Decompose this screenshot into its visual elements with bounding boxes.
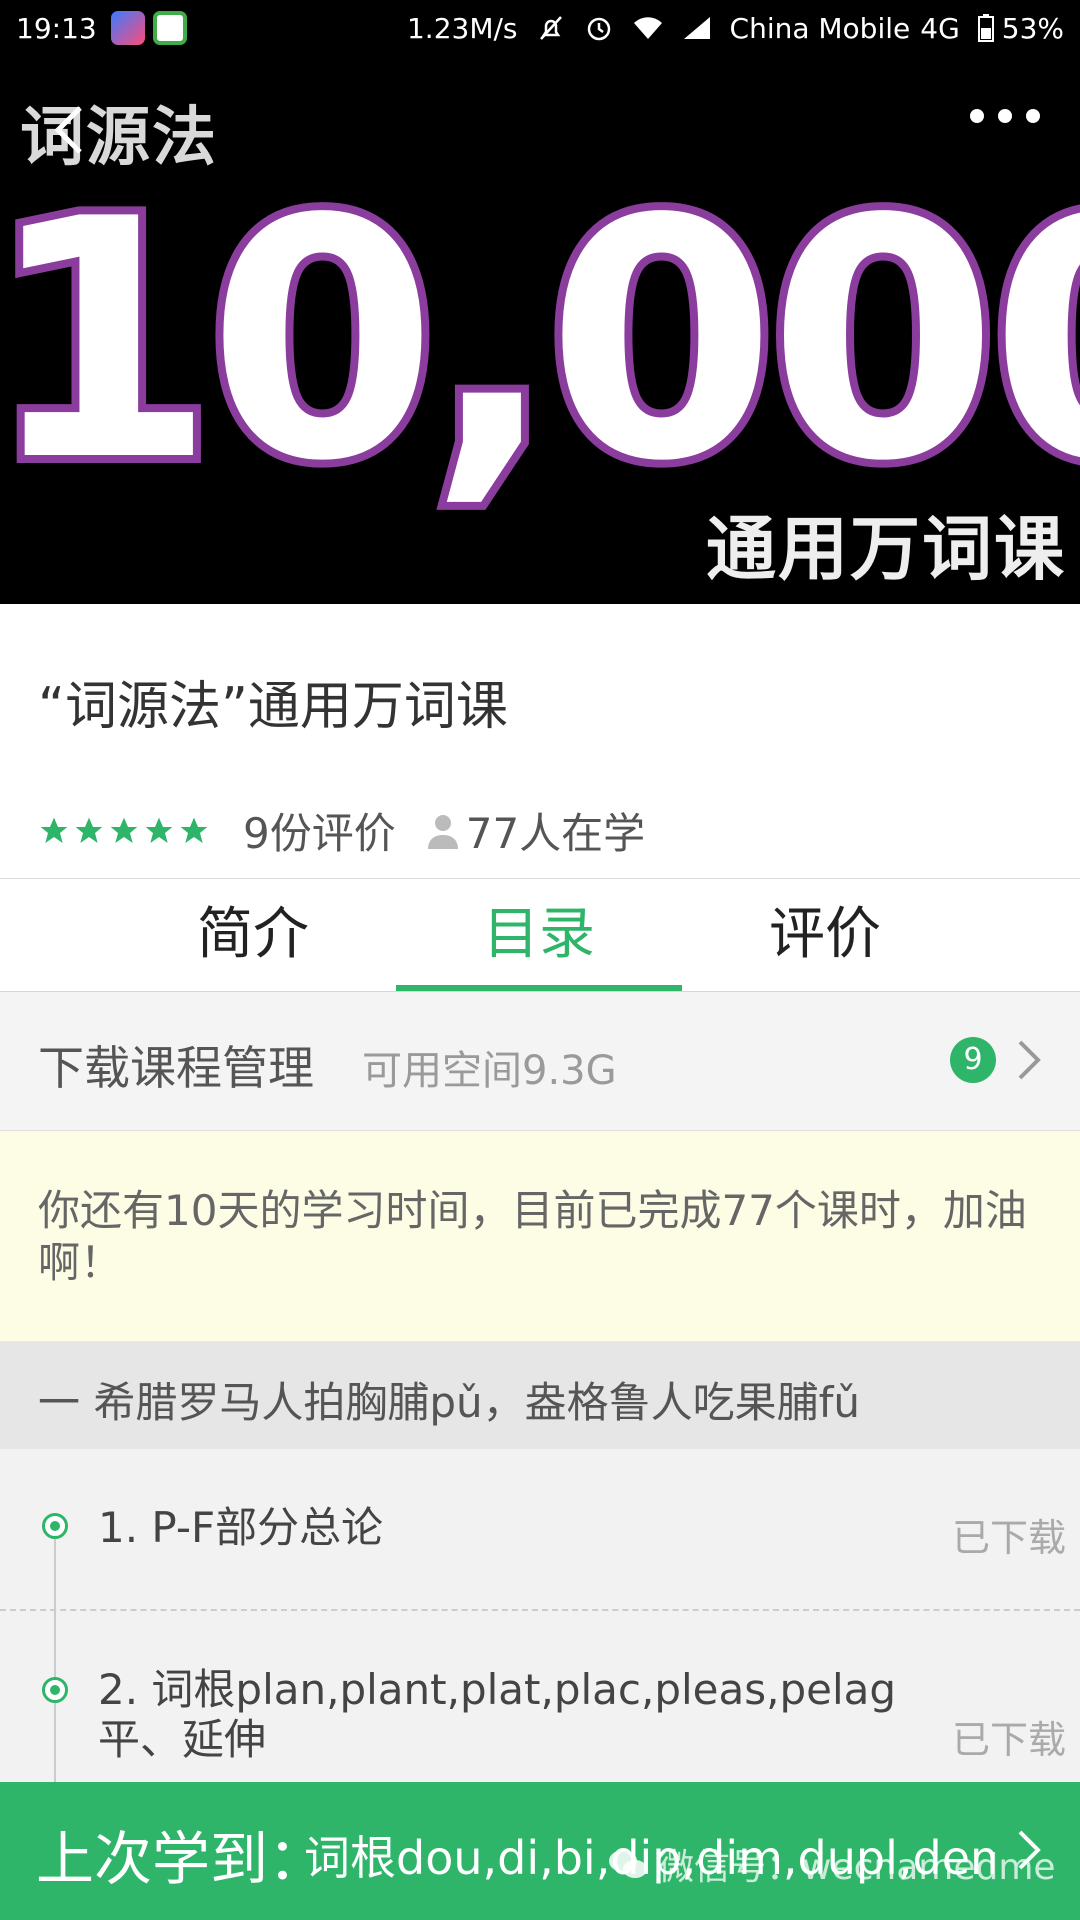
star-icon bbox=[145, 817, 173, 843]
last-learned-label: 上次学到： bbox=[36, 1825, 327, 1893]
course-meta: 9份评价 77人在学 bbox=[38, 800, 645, 861]
mute-icon bbox=[536, 13, 566, 43]
network-speed: 1.23M/s bbox=[406, 11, 518, 45]
lesson-item[interactable]: 2. 词根plan,plant,plat,plac,pleas,pelag平、延… bbox=[0, 1611, 1080, 1782]
review-count[interactable]: 9份评价 bbox=[243, 800, 396, 861]
chapter-header[interactable]: 一 希腊罗马人拍胸脯pǔ，盎格鲁人吃果脯fǔ bbox=[0, 1341, 1080, 1449]
download-management-row[interactable]: 下载课程管理 可用空间9.3G 9 bbox=[0, 992, 1080, 1131]
star-icon bbox=[75, 817, 103, 843]
tab-catalog[interactable]: 目录 bbox=[396, 879, 682, 991]
tab-intro[interactable]: 简介 bbox=[110, 879, 396, 991]
lesson-dot-icon bbox=[42, 1677, 68, 1703]
wechat-watermark: 微信号：wecnamedme bbox=[608, 1838, 1056, 1890]
star-icon bbox=[40, 817, 68, 843]
watermark-text: 微信号：wecnamedme bbox=[658, 1847, 1056, 1888]
tab-bar: 简介 目录 评价 bbox=[0, 879, 1080, 992]
banner-big-number: 10,000 bbox=[0, 149, 1080, 533]
available-space: 可用空间9.3G bbox=[362, 1048, 617, 1094]
chevron-right-icon bbox=[1016, 1828, 1042, 1876]
lesson-list: 1. P-F部分总论 已下载 2. 词根plan,plant,plat,plac… bbox=[0, 1449, 1080, 1787]
learner-count: 77人在学 bbox=[465, 809, 646, 858]
resume-learning-bar[interactable]: 上次学到： 词根dou,di,bi,dip,dim,dupl,dem,d... … bbox=[0, 1782, 1080, 1920]
status-time: 19:13 bbox=[16, 11, 97, 45]
app-notification-icon bbox=[110, 11, 145, 45]
lesson-title: 2. 词根plan,plant,plat,plac,pleas,pelag平、延… bbox=[98, 1665, 897, 1764]
study-notice: 你还有10天的学习时间，目前已完成77个课时，加油啊！ bbox=[0, 1131, 1080, 1341]
chapter-title: 一 希腊罗马人拍胸脯pǔ，盎格鲁人吃果脯fǔ bbox=[38, 1378, 861, 1427]
star-icon bbox=[180, 817, 208, 843]
notice-text: 你还有10天的学习时间，目前已完成77个课时，加油啊！ bbox=[38, 1186, 1027, 1287]
tab-reviews[interactable]: 评价 bbox=[682, 879, 968, 991]
status-bar: 19:13 1.23M/s China Mobile 4G 53% bbox=[0, 0, 1080, 56]
carrier-name: China Mobile bbox=[729, 11, 911, 45]
rating-stars bbox=[38, 815, 213, 847]
app-notification-icon-2 bbox=[152, 11, 187, 45]
wechat-icon bbox=[609, 1850, 647, 1878]
download-count-badge: 9 bbox=[950, 1037, 996, 1083]
lesson-title: 1. P-F部分总论 bbox=[98, 1503, 384, 1552]
course-info: “词源法”通用万词课 9份评价 77人在学 bbox=[0, 604, 1080, 879]
signal-icon bbox=[682, 15, 712, 41]
lesson-status: 已下载 bbox=[951, 1718, 1066, 1762]
alarm-icon bbox=[584, 13, 614, 43]
banner-subtitle: 通用万词课 bbox=[706, 508, 1066, 590]
lesson-item[interactable]: 1. P-F部分总论 已下载 bbox=[0, 1449, 1080, 1609]
battery-level: 53% bbox=[1001, 11, 1064, 45]
course-banner: 词源法 10,000 通用万词课 bbox=[0, 56, 1080, 604]
lesson-dot-icon bbox=[42, 1513, 68, 1539]
battery-icon bbox=[977, 14, 994, 42]
star-icon bbox=[110, 817, 138, 843]
wifi-icon bbox=[632, 15, 664, 41]
chevron-right-icon bbox=[1016, 1038, 1042, 1086]
person-icon bbox=[427, 814, 458, 849]
lesson-status: 已下载 bbox=[951, 1516, 1066, 1560]
download-title: 下载课程管理 bbox=[38, 1041, 314, 1095]
course-title: “词源法”通用万词课 bbox=[38, 677, 508, 737]
more-menu-icon[interactable] bbox=[970, 96, 1040, 136]
network-type: 4G bbox=[920, 11, 960, 45]
